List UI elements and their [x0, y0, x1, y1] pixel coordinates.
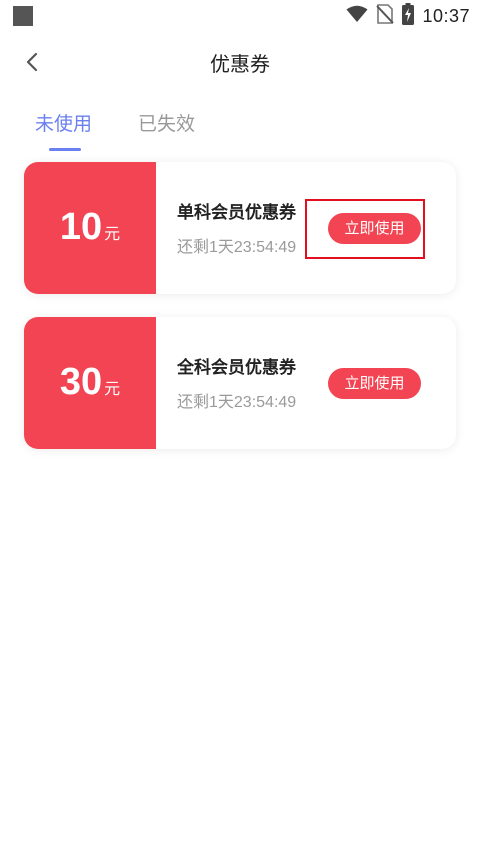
- coupon-amount-value: 10: [59, 206, 103, 248]
- coupon-remaining-time: 还剩1天23:54:49: [177, 394, 297, 411]
- coupon-name: 全科会员优惠券: [177, 358, 296, 378]
- coupon-card: 30 元 全科会员优惠券 还剩1天23:54:49 立即使用: [24, 317, 456, 449]
- coupon-amount-unit: 元: [104, 224, 121, 243]
- tab-unused[interactable]: 未使用: [35, 110, 92, 138]
- status-bar: 10:37: [0, 0, 480, 32]
- status-time: 10:37: [422, 5, 470, 26]
- notification-square-icon: [13, 6, 33, 26]
- active-tab-indicator: [49, 148, 81, 151]
- use-now-button[interactable]: 立即使用: [328, 368, 421, 399]
- battery-charging-icon: [402, 3, 415, 29]
- coupon-card: 10 元 单科会员优惠券 还剩1天23:54:49 立即使用: [24, 162, 456, 294]
- coupon-amount: 30 元: [24, 361, 156, 404]
- coupon-amount-value: 30: [59, 361, 103, 403]
- coupon-remaining-time: 还剩1天23:54:49: [177, 239, 297, 256]
- header: 优惠券: [0, 40, 480, 88]
- tab-bar: 未使用 已失效: [0, 104, 480, 154]
- coupon-name: 单科会员优惠券: [177, 203, 296, 223]
- status-icons: 10:37: [346, 3, 470, 29]
- use-now-button[interactable]: 立即使用: [328, 213, 421, 244]
- tab-expired[interactable]: 已失效: [138, 110, 195, 138]
- coupon-amount-unit: 元: [104, 379, 121, 398]
- page-title: 优惠券: [210, 52, 270, 76]
- coupon-amount-panel: 10 元: [24, 162, 156, 294]
- coupon-amount: 10 元: [24, 206, 156, 249]
- wifi-icon: [346, 5, 368, 27]
- coupon-amount-panel: 30 元: [24, 317, 156, 449]
- no-sim-icon: [376, 4, 395, 28]
